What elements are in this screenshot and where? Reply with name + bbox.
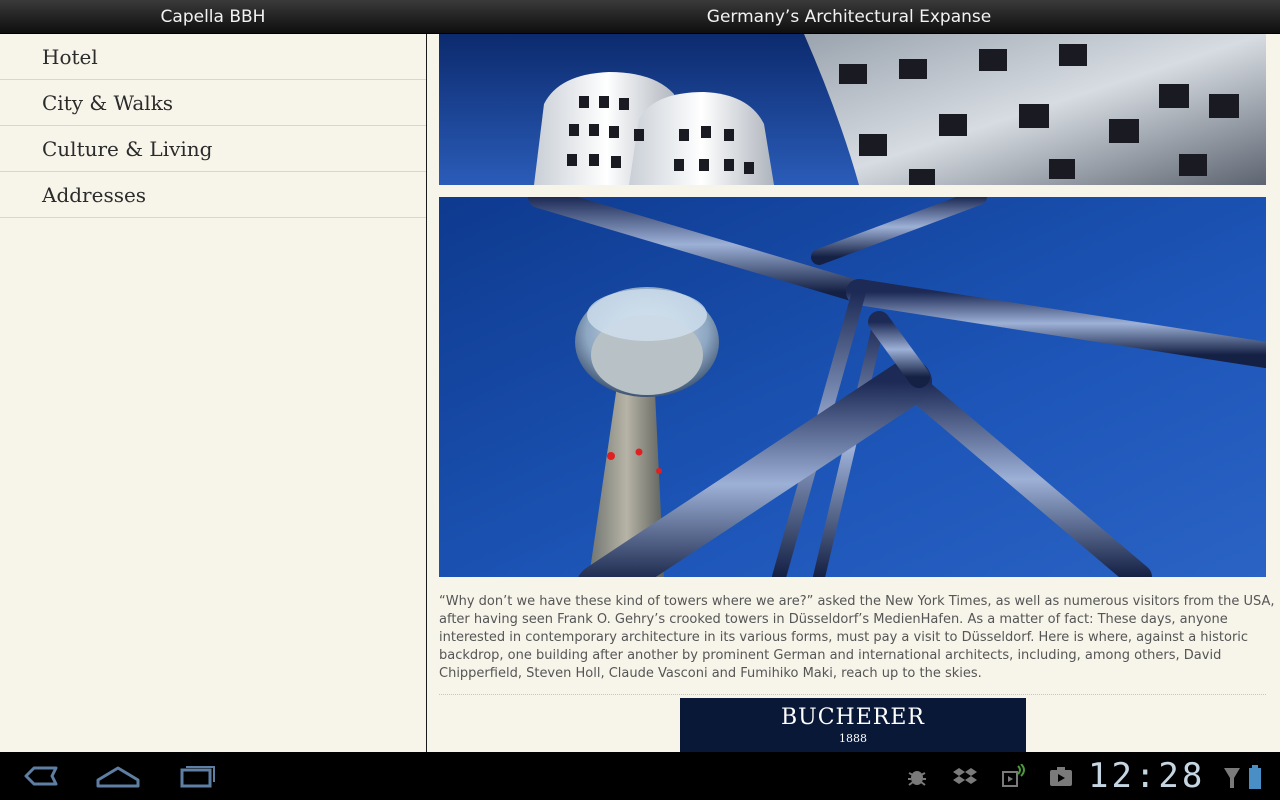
media-icon[interactable] [1048, 764, 1074, 790]
home-icon [96, 766, 140, 788]
article-body: “Why don’t we have these kind of towers … [439, 594, 1275, 681]
sidebar-item-addresses[interactable]: Addresses [0, 172, 426, 218]
recent-apps-icon [180, 766, 215, 788]
ad-brand: BUCHERER [781, 705, 925, 730]
app-title: Capella BBH [160, 7, 266, 27]
battery-icon [1249, 765, 1261, 789]
sidebar-item-culture-living[interactable]: Culture & Living [0, 126, 426, 172]
sidebar-item-hotel[interactable]: Hotel [0, 34, 426, 80]
system-nav-bar: 12:28 [0, 752, 1280, 800]
system-clock: 12:28 [1088, 756, 1206, 796]
rheinturm-photo [439, 197, 1266, 577]
back-button[interactable] [12, 758, 72, 794]
separator [439, 694, 1266, 695]
dropbox-icon[interactable] [952, 764, 978, 790]
article-title: Germany’s Architectural Expanse [706, 7, 992, 27]
recent-apps-button[interactable] [168, 758, 228, 794]
gehry-towers-photo [439, 34, 1266, 185]
bucherer-ad-banner[interactable]: BUCHERER 1888 [680, 698, 1026, 752]
sidebar-item-city-walks[interactable]: City & Walks [0, 80, 426, 126]
article-content[interactable]: “Why don’t we have these kind of towers … [427, 34, 1280, 752]
debug-icon[interactable] [904, 764, 930, 790]
home-button[interactable] [88, 758, 148, 794]
ad-year: 1888 [839, 732, 867, 745]
sync-icon[interactable] [1000, 764, 1026, 790]
wifi-signal-icon [1224, 768, 1240, 788]
action-bar: Capella BBH Germany’s Architectural Expa… [0, 0, 1280, 34]
sidebar-list: Hotel City & Walks Culture & Living Addr… [0, 34, 426, 752]
back-icon [24, 766, 58, 786]
